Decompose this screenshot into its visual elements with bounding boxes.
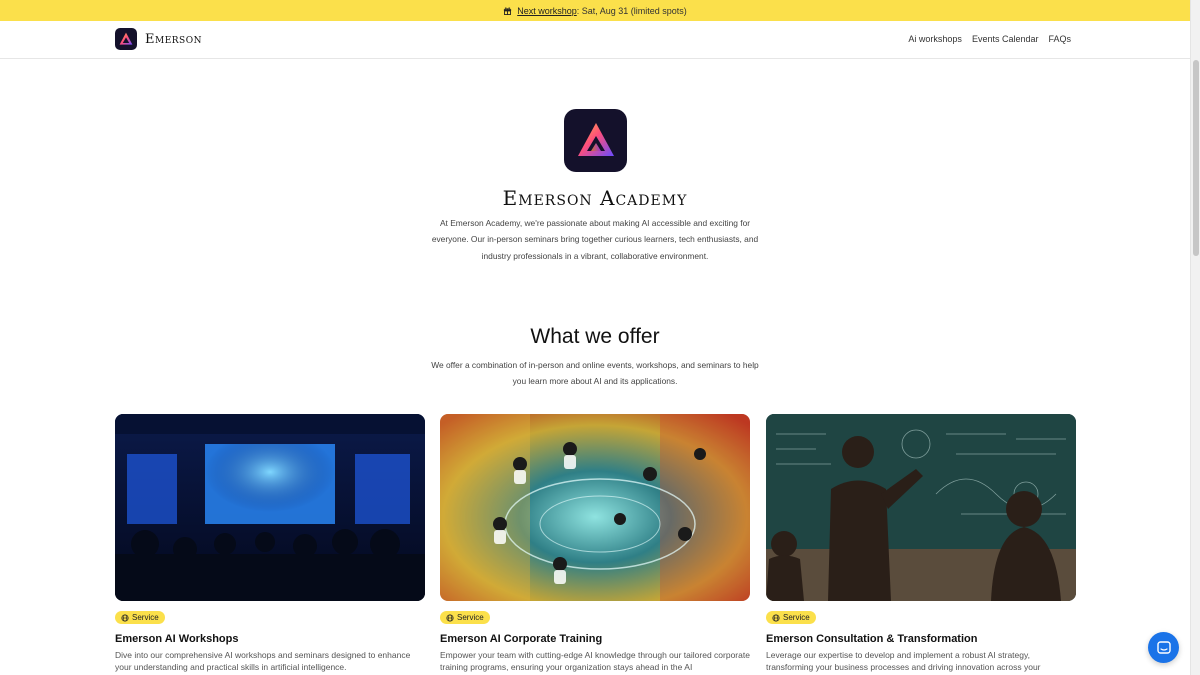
announcement-bar: Next workshop: Sat, Aug 31 (limited spot… bbox=[0, 0, 1190, 21]
offer-description: We offer a combination of in-person and … bbox=[431, 360, 759, 386]
next-workshop-link[interactable]: Next workshop bbox=[517, 6, 577, 16]
service-card-workshops[interactable]: Service Emerson AI Workshops Dive into o… bbox=[115, 414, 425, 674]
chat-launcher-button[interactable] bbox=[1148, 632, 1179, 663]
workshops-image bbox=[115, 414, 425, 601]
hero-logo-icon bbox=[564, 109, 627, 172]
hero-description: At Emerson Academy, we're passionate abo… bbox=[431, 218, 759, 261]
brand-home-link[interactable]: Emerson bbox=[115, 28, 202, 50]
card-title[interactable]: Emerson Consultation & Transformation bbox=[766, 633, 1076, 645]
service-card-corporate-training[interactable]: Service Emerson AI Corporate Training Em… bbox=[440, 414, 750, 674]
card-description: Empower your team with cutting-edge AI k… bbox=[440, 649, 750, 673]
service-badge: Service bbox=[115, 611, 165, 624]
brand-name: Emerson bbox=[145, 31, 202, 47]
announcement-text: : Sat, Aug 31 (limited spots) bbox=[576, 5, 687, 16]
chat-icon bbox=[1156, 640, 1171, 654]
service-badge: Service bbox=[766, 611, 816, 624]
corporate-training-image bbox=[440, 414, 750, 601]
scrollbar-thumb[interactable] bbox=[1193, 60, 1199, 256]
service-badge: Service bbox=[440, 611, 490, 624]
brand-logo-icon bbox=[115, 28, 137, 50]
nav-events-calendar[interactable]: Events Calendar bbox=[972, 34, 1039, 44]
globe-icon bbox=[772, 613, 780, 622]
globe-icon bbox=[121, 613, 129, 622]
nav-ai-workshops[interactable]: Ai workshops bbox=[908, 34, 962, 44]
site-header: Emerson Ai workshops Events Calendar FAQ… bbox=[0, 21, 1190, 59]
offer-title: What we offer bbox=[530, 325, 660, 348]
main-nav: Ai workshops Events Calendar FAQs bbox=[908, 34, 1071, 44]
card-title[interactable]: Emerson AI Workshops bbox=[115, 633, 425, 645]
badge-label: Service bbox=[783, 613, 810, 622]
badge-label: Service bbox=[132, 613, 159, 622]
service-card-consultation[interactable]: Service Emerson Consultation & Transform… bbox=[766, 414, 1076, 674]
gift-icon bbox=[504, 7, 512, 15]
nav-faqs[interactable]: FAQs bbox=[1048, 34, 1071, 44]
card-description: Dive into our comprehensive AI workshops… bbox=[115, 649, 411, 673]
hero-title: Emerson Academy bbox=[502, 186, 688, 210]
consultation-image bbox=[766, 414, 1076, 601]
badge-label: Service bbox=[457, 613, 484, 622]
page-scrollbar[interactable] bbox=[1190, 0, 1200, 675]
card-description: Leverage our expertise to develop and im… bbox=[766, 649, 1041, 673]
globe-icon bbox=[446, 613, 454, 622]
card-title[interactable]: Emerson AI Corporate Training bbox=[440, 633, 750, 645]
